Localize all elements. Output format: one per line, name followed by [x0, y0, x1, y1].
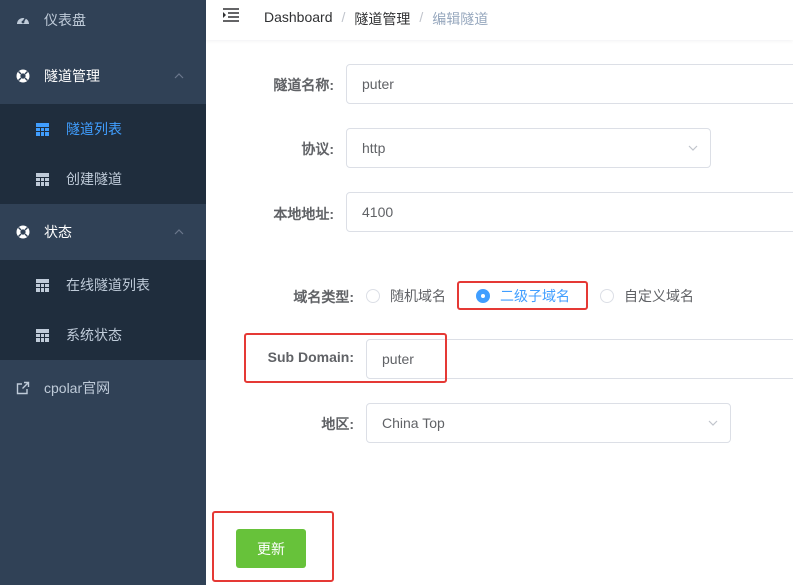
sidebar-item-tunnel-management[interactable]: 隧道管理 — [0, 51, 206, 101]
sidebar-item-label: 隧道管理 — [44, 68, 100, 84]
domain-type-label: 域名类型: — [293, 289, 354, 305]
breadcrumb-tunnel-management[interactable]: 隧道管理 — [354, 9, 410, 29]
breadcrumb-current: 编辑隧道 — [432, 11, 489, 27]
lifebuoy-icon — [16, 69, 30, 83]
grid-icon — [36, 278, 49, 292]
radio-subdomain[interactable]: 二级子域名 — [476, 286, 570, 306]
breadcrumb-separator: / — [341, 9, 346, 25]
radio-custom-domain[interactable]: 自定义域名 — [600, 286, 694, 306]
radio-label: 二级子域名 — [500, 288, 570, 304]
local-address-input[interactable]: 4100 — [346, 192, 793, 232]
sidebar-item-label: 仪表盘 — [44, 12, 86, 28]
grid-icon — [36, 172, 49, 186]
radio-label: 自定义域名 — [624, 288, 694, 304]
hamburger-menu-icon[interactable] — [223, 8, 239, 22]
sidebar: 仪表盘 隧道管理 隧道列表 创建隧道 状态 在线隧道列表 系统状态 cpolar… — [0, 0, 206, 585]
sidebar-item-label: 隧道列表 — [66, 121, 122, 137]
breadcrumb-dashboard[interactable]: Dashboard — [264, 9, 333, 29]
region-label: 地区: — [321, 416, 354, 432]
sidebar-item-online-tunnels[interactable]: 在线隧道列表 — [0, 260, 206, 310]
tunnel-name-label: 隧道名称: — [273, 77, 334, 93]
radio-circle — [600, 289, 614, 303]
sidebar-item-label: 创建隧道 — [66, 171, 122, 187]
sidebar-item-system-status[interactable]: 系统状态 — [0, 310, 206, 360]
grid-icon — [36, 328, 49, 342]
navbar: Dashboard / 隧道管理 / 编辑隧道 — [206, 0, 793, 40]
chevron-up-icon — [174, 229, 184, 235]
sub-domain-input[interactable]: puter — [366, 339, 793, 379]
sidebar-item-label: 状态 — [44, 224, 72, 240]
sidebar-item-label: 系统状态 — [66, 327, 122, 343]
chevron-down-icon — [708, 420, 718, 426]
sidebar-item-status[interactable]: 状态 — [0, 207, 206, 257]
region-value: China Top — [382, 415, 445, 431]
sidebar-item-cpolar-website[interactable]: cpolar官网 — [0, 363, 206, 413]
grid-icon — [36, 122, 49, 136]
lifebuoy-icon — [16, 225, 30, 239]
protocol-value: http — [362, 140, 386, 156]
update-button[interactable]: 更新 — [236, 529, 306, 568]
sidebar-item-label: cpolar官网 — [44, 380, 111, 396]
protocol-label: 协议: — [301, 141, 334, 157]
sidebar-item-create-tunnel[interactable]: 创建隧道 — [0, 154, 206, 204]
protocol-select[interactable]: http — [346, 128, 711, 168]
chevron-up-icon — [174, 73, 184, 79]
app-root: 仪表盘 隧道管理 隧道列表 创建隧道 状态 在线隧道列表 系统状态 cpolar… — [0, 0, 793, 585]
sidebar-item-dashboard[interactable]: 仪表盘 — [0, 0, 206, 45]
external-link-icon — [16, 381, 30, 395]
region-select[interactable]: China Top — [366, 403, 731, 443]
radio-circle — [366, 289, 380, 303]
sidebar-item-tunnel-list[interactable]: 隧道列表 — [0, 104, 206, 154]
sub-domain-label: Sub Domain: — [267, 349, 354, 365]
sidebar-item-label: 在线隧道列表 — [66, 277, 150, 293]
radio-random-domain[interactable]: 随机域名 — [366, 286, 446, 306]
radio-circle-checked — [476, 289, 490, 303]
dashboard-gauge-icon — [16, 13, 30, 27]
breadcrumb: Dashboard / 隧道管理 / 编辑隧道 — [264, 9, 488, 29]
breadcrumb-separator: / — [419, 9, 424, 25]
local-address-label: 本地地址: — [273, 206, 334, 222]
radio-label: 随机域名 — [390, 288, 446, 304]
chevron-down-icon — [688, 145, 698, 151]
tunnel-name-input[interactable]: puter — [346, 64, 793, 104]
